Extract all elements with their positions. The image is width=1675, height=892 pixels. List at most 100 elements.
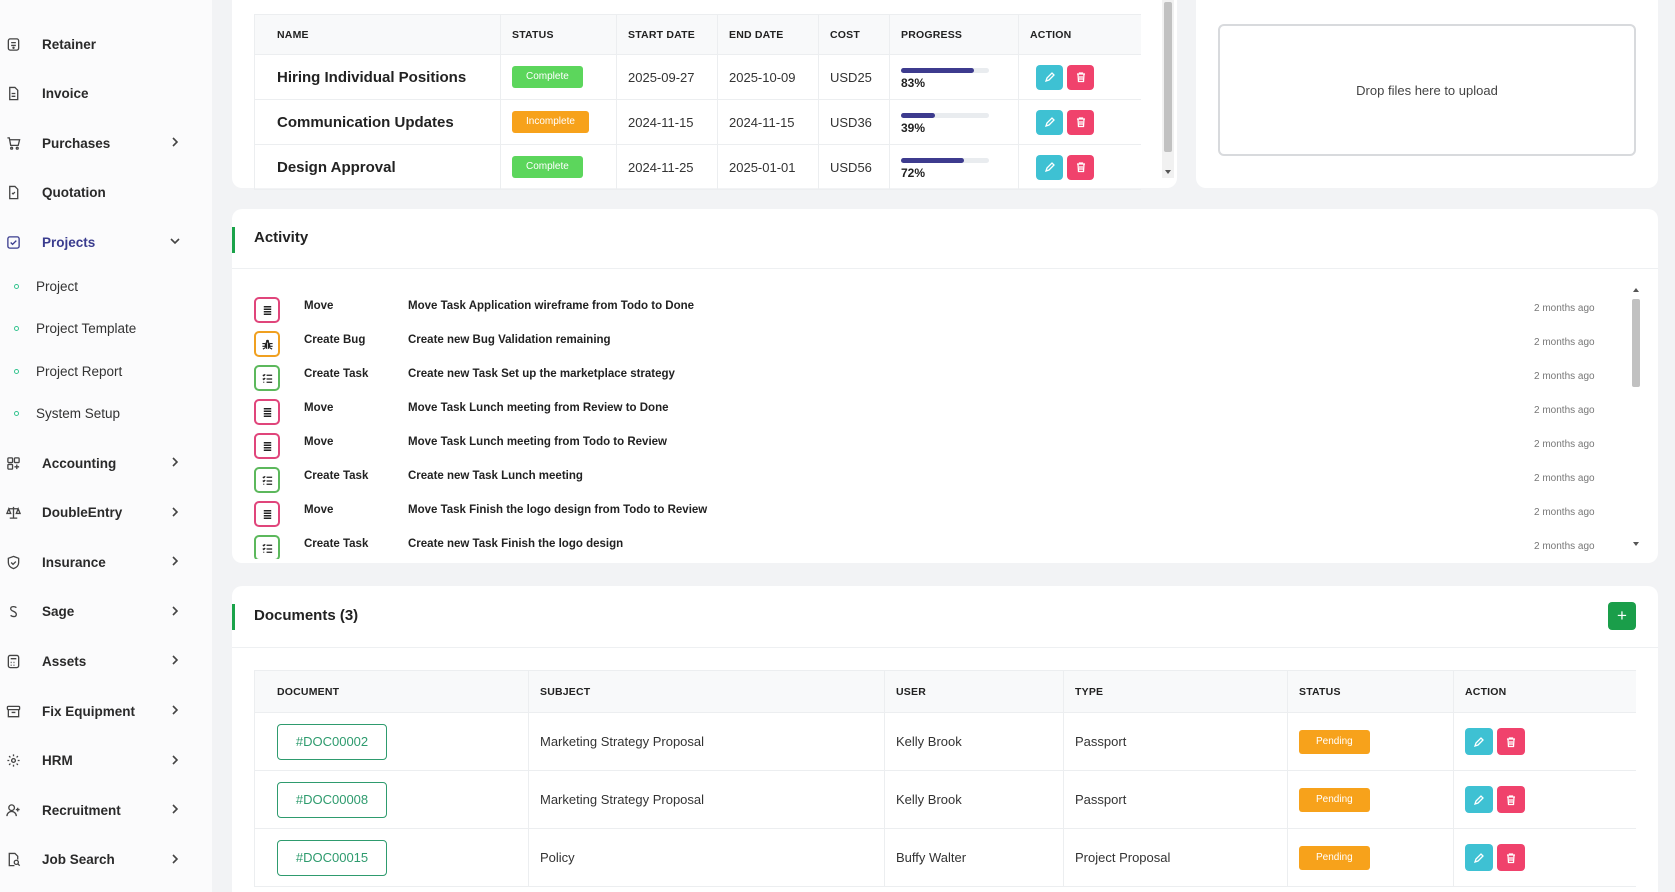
chevron-down-icon[interactable] [168, 234, 182, 248]
document-link[interactable]: #DOC00015 [277, 839, 387, 876]
column-header: USER [884, 670, 1064, 713]
cost: USD36 [818, 99, 890, 145]
activity-description: Create new Task Lunch meeting [408, 470, 583, 482]
sidebar-item-accounting[interactable]: Accounting [0, 443, 200, 483]
sidebar-item-invoice[interactable]: Invoice [0, 74, 200, 114]
chevron-right-icon[interactable] [168, 653, 182, 667]
document-link[interactable]: #DOC00002 [277, 723, 387, 760]
activity-type: Create Task [304, 538, 369, 550]
sidebar-subitem-system-setup[interactable]: System Setup [12, 400, 120, 428]
progress-cell: 72% [889, 144, 1019, 190]
delete-button[interactable] [1067, 154, 1094, 180]
delete-button[interactable] [1497, 844, 1525, 871]
edit-button[interactable] [1036, 109, 1063, 135]
chevron-right-icon[interactable] [168, 703, 182, 717]
documents-title: Documents (3) [254, 607, 359, 624]
sidebar-item-retainer[interactable]: Retainer [0, 24, 200, 64]
activity-description: Create new Task Set up the marketplace s… [408, 368, 675, 380]
sidebar-subitem-project-report[interactable]: Project Report [12, 357, 122, 385]
activity-type: Move [304, 300, 334, 312]
chevron-right-icon[interactable] [168, 554, 182, 568]
task-list-icon [254, 467, 280, 493]
list-icon [254, 433, 280, 459]
edit-button[interactable] [1036, 154, 1063, 180]
chevron-right-icon[interactable] [168, 852, 182, 866]
sage-icon [0, 599, 26, 625]
edit-button[interactable] [1036, 64, 1063, 90]
edit-button[interactable] [1465, 728, 1493, 755]
sidebar-subitem-label: Project [36, 278, 79, 294]
sidebar-item-hrm[interactable]: HRM [0, 741, 200, 781]
sidebar-item-assets[interactable]: Assets [0, 641, 200, 681]
activity-type: Move [304, 504, 334, 516]
pencil-icon [1473, 852, 1485, 864]
sidebar-item-label: Fix Equipment [42, 703, 136, 719]
sidebar-item-doubleentry[interactable]: DoubleEntry [0, 493, 200, 533]
sidebar-item-label: Sage [42, 604, 75, 620]
sidebar-item-insurance[interactable]: Insurance [0, 542, 200, 582]
sidebar-subitem-project-template[interactable]: Project Template [12, 315, 136, 343]
activity-time: 2 months ago [1534, 439, 1595, 450]
status-badge: Pending [1299, 845, 1370, 870]
progress-bar [901, 113, 989, 118]
activity-scrollbar[interactable] [1630, 285, 1642, 549]
document-subject: Marketing Strategy Proposal [528, 712, 885, 771]
list-icon [254, 399, 280, 425]
scroll-down-arrow-icon[interactable] [1165, 170, 1171, 174]
activity-scroll-thumb[interactable] [1632, 299, 1640, 387]
document-user: Kelly Brook [884, 770, 1064, 829]
sidebar-item-label: Job Search [42, 852, 115, 868]
add-document-button[interactable]: + [1608, 602, 1636, 630]
trash-icon [1505, 736, 1517, 748]
milestones-scrollbar[interactable] [1162, 0, 1174, 178]
delete-button[interactable] [1067, 109, 1094, 135]
column-header: START DATE [616, 14, 718, 55]
document-link[interactable]: #DOC00008 [277, 781, 387, 818]
pencil-icon [1044, 116, 1056, 128]
progress-cell: 83% [889, 54, 1019, 100]
calculator-icon [0, 648, 26, 674]
delete-button[interactable] [1497, 728, 1525, 755]
documents-card: Documents (3) + DOCUMENT SUBJECT USER TYPE S… [232, 586, 1658, 892]
chevron-right-icon[interactable] [168, 802, 182, 816]
file-search-icon [0, 847, 26, 873]
document-type: Project Proposal [1063, 828, 1288, 887]
edit-button[interactable] [1465, 786, 1493, 813]
scroll-up-arrow-icon[interactable] [1633, 288, 1639, 292]
sidebar-subitem-project[interactable]: Project [12, 272, 78, 300]
progress-fill [901, 158, 965, 163]
progress-cell: 39% [889, 99, 1019, 145]
chevron-right-icon[interactable] [168, 505, 182, 519]
sidebar-item-job-search[interactable]: Job Search [0, 840, 200, 880]
chevron-right-icon[interactable] [168, 604, 182, 618]
activity-description: Move Task Application wireframe from Tod… [408, 300, 695, 312]
status-badge: Incomplete [512, 111, 589, 133]
scroll-down-arrow-icon[interactable] [1633, 542, 1639, 546]
cost: USD56 [818, 144, 890, 190]
column-header: DOCUMENT [254, 670, 529, 713]
task-list-icon [254, 535, 280, 559]
sidebar-item-purchases[interactable]: Purchases [0, 123, 200, 163]
edit-button[interactable] [1465, 844, 1493, 871]
sidebar-item-quotation[interactable]: Quotation [0, 173, 200, 213]
column-header: NAME [254, 14, 501, 55]
chevron-right-icon[interactable] [168, 753, 182, 767]
chevron-right-icon[interactable] [168, 455, 182, 469]
activity-time: 2 months ago [1534, 541, 1595, 552]
scale-icon [0, 500, 26, 526]
milestones-scroll-thumb[interactable] [1164, 2, 1172, 152]
delete-button[interactable] [1497, 786, 1525, 813]
sidebar-item-fix-equipment[interactable]: Fix Equipment [0, 691, 200, 731]
file-dropzone[interactable]: Drop files here to upload [1218, 24, 1636, 156]
start-date: 2024-11-15 [616, 99, 718, 145]
activity-header: Activity [232, 209, 1658, 269]
sidebar-item-recruitment[interactable]: Recruitment [0, 790, 200, 830]
column-header: SUBJECT [528, 670, 885, 713]
status-badge: Pending [1299, 729, 1370, 754]
sidebar-item-sage[interactable]: Sage [0, 592, 200, 632]
trash-icon [1075, 161, 1087, 173]
delete-button[interactable] [1067, 64, 1094, 90]
sidebar-item-projects[interactable]: Projects [0, 222, 200, 262]
hrm-icon [0, 748, 26, 774]
chevron-right-icon[interactable] [168, 135, 182, 149]
